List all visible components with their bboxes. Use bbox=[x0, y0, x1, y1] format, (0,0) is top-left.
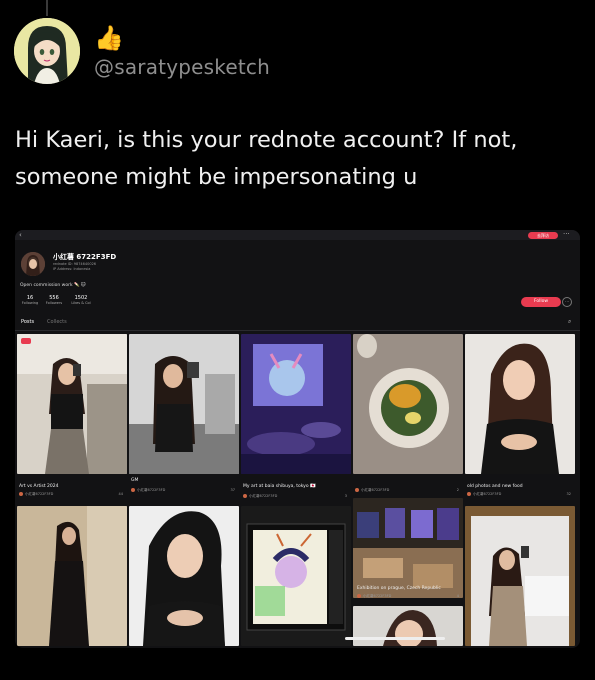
profile-name: 小红薯 6722F3FD bbox=[53, 253, 117, 261]
post-author: 小红薯6722F3FD bbox=[131, 488, 165, 493]
post-likes: 2 bbox=[456, 488, 459, 492]
post-likes: 37 bbox=[230, 488, 235, 492]
stat-following: 16 Following bbox=[21, 295, 39, 305]
post-thumbnail bbox=[241, 334, 351, 474]
stat-likes: 1502 Likes & Col bbox=[71, 295, 91, 305]
post-author: 小红薯6722F3FD bbox=[357, 594, 391, 599]
post-thumbnail bbox=[353, 334, 463, 474]
more-icon: ··· bbox=[563, 230, 570, 238]
post-likes: 3 bbox=[344, 494, 347, 498]
back-icon: ‹ bbox=[19, 231, 22, 239]
search-icon: ⌕ bbox=[568, 318, 572, 325]
post-thumbnail bbox=[353, 498, 463, 598]
screenshot-top-bar bbox=[15, 230, 580, 240]
thumbs-up-icon: 👍 bbox=[94, 24, 124, 52]
rednote-id: rednote ID: 9874640026 bbox=[53, 262, 97, 266]
post-caption: old photos and new food bbox=[467, 484, 523, 489]
post-thumbnail bbox=[353, 606, 463, 646]
post-author: 小红薯6722F3FD bbox=[243, 494, 277, 499]
tweet-text: Hi Kaeri, is this your rednote account? … bbox=[15, 127, 518, 190]
post-caption: My art at baia shibuya, tokyo 🇯🇵 bbox=[243, 484, 316, 489]
post-author: 小红薯6722F3FD bbox=[467, 492, 501, 497]
top-pill-button: 去拜访 bbox=[528, 231, 558, 239]
ip-address: IP Address: Indonesia bbox=[53, 267, 91, 271]
follow-button: Follow bbox=[521, 297, 561, 307]
post-thumbnail bbox=[17, 334, 127, 474]
chat-icon: ⋯ bbox=[562, 297, 572, 307]
post-thumbnail bbox=[241, 506, 351, 646]
post-caption: Art vs Artist 2024 bbox=[19, 484, 59, 489]
post-likes: 32 bbox=[566, 492, 571, 496]
post-likes: 44 bbox=[118, 492, 123, 496]
post-thumbnail bbox=[129, 506, 239, 646]
post-thumbnail bbox=[465, 334, 575, 474]
post-likes: 4 bbox=[456, 594, 459, 598]
tab-collects: Collects bbox=[47, 319, 67, 325]
embedded-screenshot[interactable]: ‹ 去拜访 ··· 小红薯 6722F3FD rednote ID: 98746… bbox=[15, 230, 580, 648]
post-author: 小红薯6722F3FD bbox=[355, 488, 389, 493]
user-handle[interactable]: @saratypesketch bbox=[94, 55, 270, 79]
profile-bio: Open commission work 🍡 🐱 bbox=[20, 283, 86, 288]
thread-line bbox=[46, 0, 48, 16]
post-thumbnail bbox=[17, 506, 127, 646]
tab-posts: Posts bbox=[21, 319, 35, 325]
stat-followers: 556 Followers bbox=[45, 295, 63, 305]
post-thumbnail bbox=[465, 506, 575, 646]
post-author: 小红薯6722F3FD bbox=[19, 492, 53, 497]
post-thumbnail bbox=[129, 334, 239, 474]
profile-avatar bbox=[21, 252, 45, 276]
avatar[interactable] bbox=[14, 18, 80, 84]
post-caption: Exhibition on prague, Czech Republic bbox=[357, 586, 441, 591]
post-caption: GM bbox=[131, 478, 139, 483]
profile-tabs: Posts Collects ⌕ bbox=[15, 316, 580, 331]
home-indicator bbox=[345, 637, 445, 640]
